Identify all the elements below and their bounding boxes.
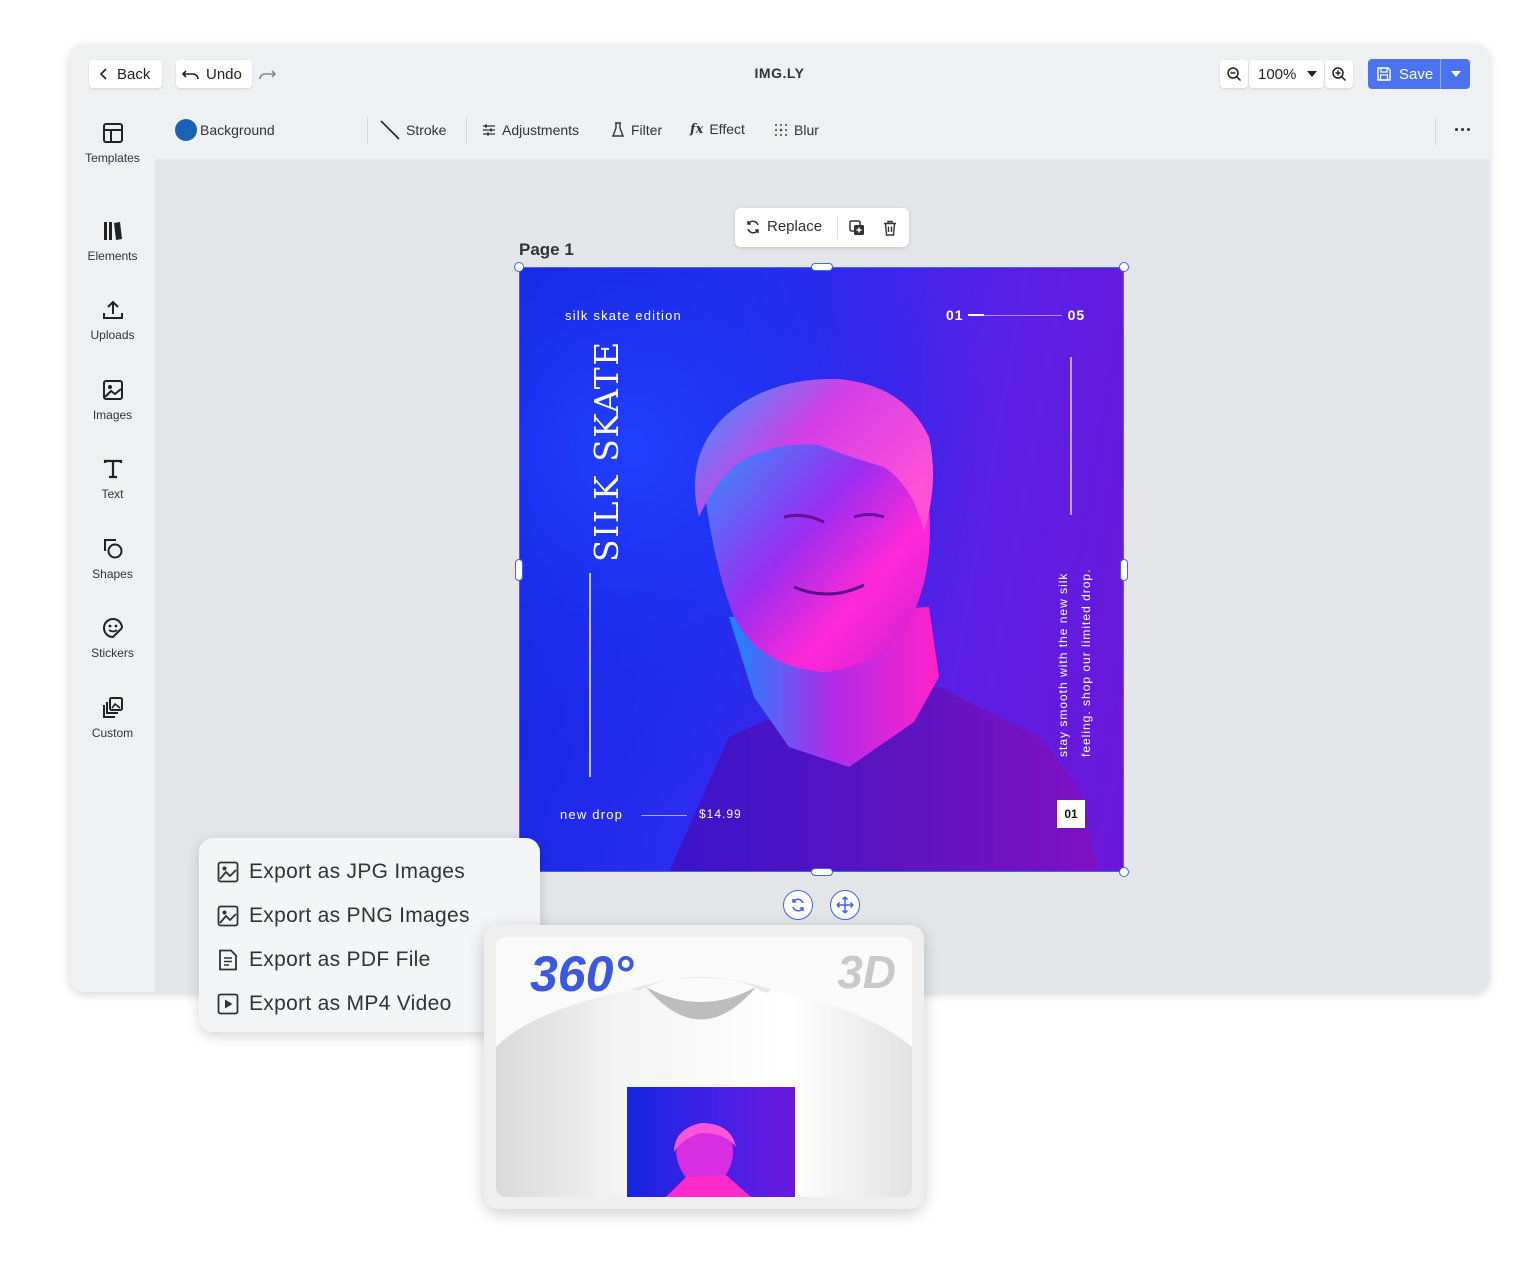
zoom-value: 100% (1258, 65, 1297, 83)
more-options-icon[interactable] (1450, 117, 1474, 141)
zoom-in-button[interactable] (1325, 60, 1353, 88)
replace-button[interactable]: Replace (745, 218, 822, 235)
sidebar-item-label: Templates (85, 151, 140, 165)
resize-handle-left[interactable] (515, 559, 523, 581)
sidebar-item-templates[interactable]: Templates (70, 121, 155, 165)
toolbar-divider (466, 117, 467, 145)
sidebar-item-shapes[interactable]: Shapes (70, 537, 155, 581)
sidebar-item-label: Uploads (90, 328, 135, 342)
sliders-icon (483, 124, 495, 136)
resize-handle-top[interactable] (811, 263, 833, 271)
duplicate-icon[interactable] (849, 220, 865, 236)
page-label: Page 1 (519, 240, 574, 259)
resize-handle-right[interactable] (1120, 559, 1128, 581)
filter-flask-icon (611, 122, 625, 137)
background-tool[interactable]: Background (175, 119, 275, 141)
toolbar-divider (367, 117, 368, 145)
save-icon (1377, 67, 1391, 81)
sidebar-item-label: Text (101, 487, 124, 501)
rotation-360-label: 360° (530, 946, 634, 1002)
elements-icon (103, 222, 122, 240)
resize-handle-top-left[interactable] (514, 262, 524, 272)
blur-dots-icon (775, 124, 787, 136)
resize-handle-top-right[interactable] (1119, 262, 1129, 272)
text-icon (103, 459, 122, 479)
3d-mode-label: 3D (837, 946, 896, 998)
save-options-chevron-icon[interactable] (1451, 70, 1461, 78)
caret-down-icon (1307, 71, 1318, 77)
export-png-item[interactable]: Export as PNG Images (217, 901, 470, 931)
sidebar-item-images[interactable]: Images (70, 378, 155, 422)
blur-tool[interactable]: Blur (774, 122, 819, 138)
replace-label: Replace (767, 218, 823, 235)
move-arrows-icon (836, 896, 854, 914)
3d-preview-viewport: 360° 3D (496, 937, 912, 1197)
background-color-swatch (175, 119, 197, 141)
blur-label: Blur (794, 122, 819, 138)
top-bar: Back Undo IMG.LY 100% Save (70, 45, 1489, 104)
shapes-icon (103, 539, 122, 559)
save-label: Save (1399, 65, 1434, 83)
sidebar-item-label: Stickers (91, 646, 134, 660)
export-item-label: Export as PNG Images (249, 904, 470, 927)
export-pdf-item[interactable]: Export as PDF File (217, 945, 431, 975)
export-jpg-item[interactable]: Export as JPG Images (217, 857, 465, 887)
sidebar-item-label: Images (92, 408, 133, 422)
save-divider (1440, 59, 1441, 89)
3d-preview-card[interactable]: 360° 3D (484, 925, 924, 1209)
filter-tool[interactable]: Filter (611, 122, 662, 138)
templates-icon (102, 123, 123, 143)
image-icon (102, 380, 123, 400)
image-file-icon (217, 905, 239, 927)
sidebar-item-label: Elements (87, 249, 138, 263)
context-divider (837, 216, 838, 239)
effect-tool[interactable]: fx Effect (690, 121, 745, 137)
resize-handle-bottom[interactable] (811, 868, 833, 876)
pdf-file-icon (219, 949, 237, 971)
sidebar-item-uploads[interactable]: Uploads (70, 298, 155, 342)
selection-context-menu: Replace (735, 208, 909, 247)
stroke-label: Stroke (406, 122, 447, 138)
effect-label: Effect (709, 121, 745, 137)
stroke-tool[interactable]: Stroke (380, 120, 446, 140)
selection-frame (519, 267, 1124, 872)
zoom-select[interactable]: 100% (1249, 60, 1324, 88)
export-item-label: Export as PDF File (249, 948, 431, 971)
save-button[interactable]: Save (1368, 59, 1470, 89)
export-item-label: Export as JPG Images (249, 860, 466, 883)
stroke-icon (380, 120, 400, 140)
image-file-icon (217, 861, 239, 883)
adjustments-tool[interactable]: Adjustments (482, 122, 579, 138)
fx-icon: fx (690, 121, 704, 137)
replace-icon (747, 219, 759, 234)
export-mp4-item[interactable]: Export as MP4 Video (217, 989, 452, 1019)
toolbar-divider (1435, 117, 1436, 145)
trash-icon[interactable] (882, 220, 898, 236)
rotate-icon (792, 898, 804, 912)
sidebar-item-stickers[interactable]: Stickers (70, 616, 155, 660)
zoom-out-icon (1227, 67, 1242, 82)
rotate-handle[interactable] (783, 890, 813, 920)
video-file-icon (217, 993, 239, 1015)
background-label: Background (200, 122, 275, 138)
resize-handle-bottom-right[interactable] (1119, 867, 1129, 877)
sidebar-item-elements[interactable]: Elements (70, 219, 155, 263)
custom-icon (102, 697, 123, 718)
sidebar-item-label: Shapes (92, 567, 133, 581)
left-sidebar: Templates Elements Uploads Images Text S… (70, 103, 155, 992)
properties-toolbar: Background Stroke Adjustments Filter fx … (155, 103, 1489, 160)
sidebar-item-custom[interactable]: Custom (70, 696, 155, 740)
sticker-icon (102, 618, 123, 639)
zoom-out-button[interactable] (1220, 60, 1248, 88)
export-item-label: Export as MP4 Video (249, 992, 452, 1015)
sidebar-item-text[interactable]: Text (70, 457, 155, 501)
upload-icon (102, 300, 123, 319)
sidebar-item-label: Custom (91, 726, 134, 740)
move-handle[interactable] (830, 890, 860, 920)
zoom-in-icon (1332, 67, 1347, 82)
adjustments-label: Adjustments (502, 122, 580, 138)
filter-label: Filter (631, 122, 663, 138)
